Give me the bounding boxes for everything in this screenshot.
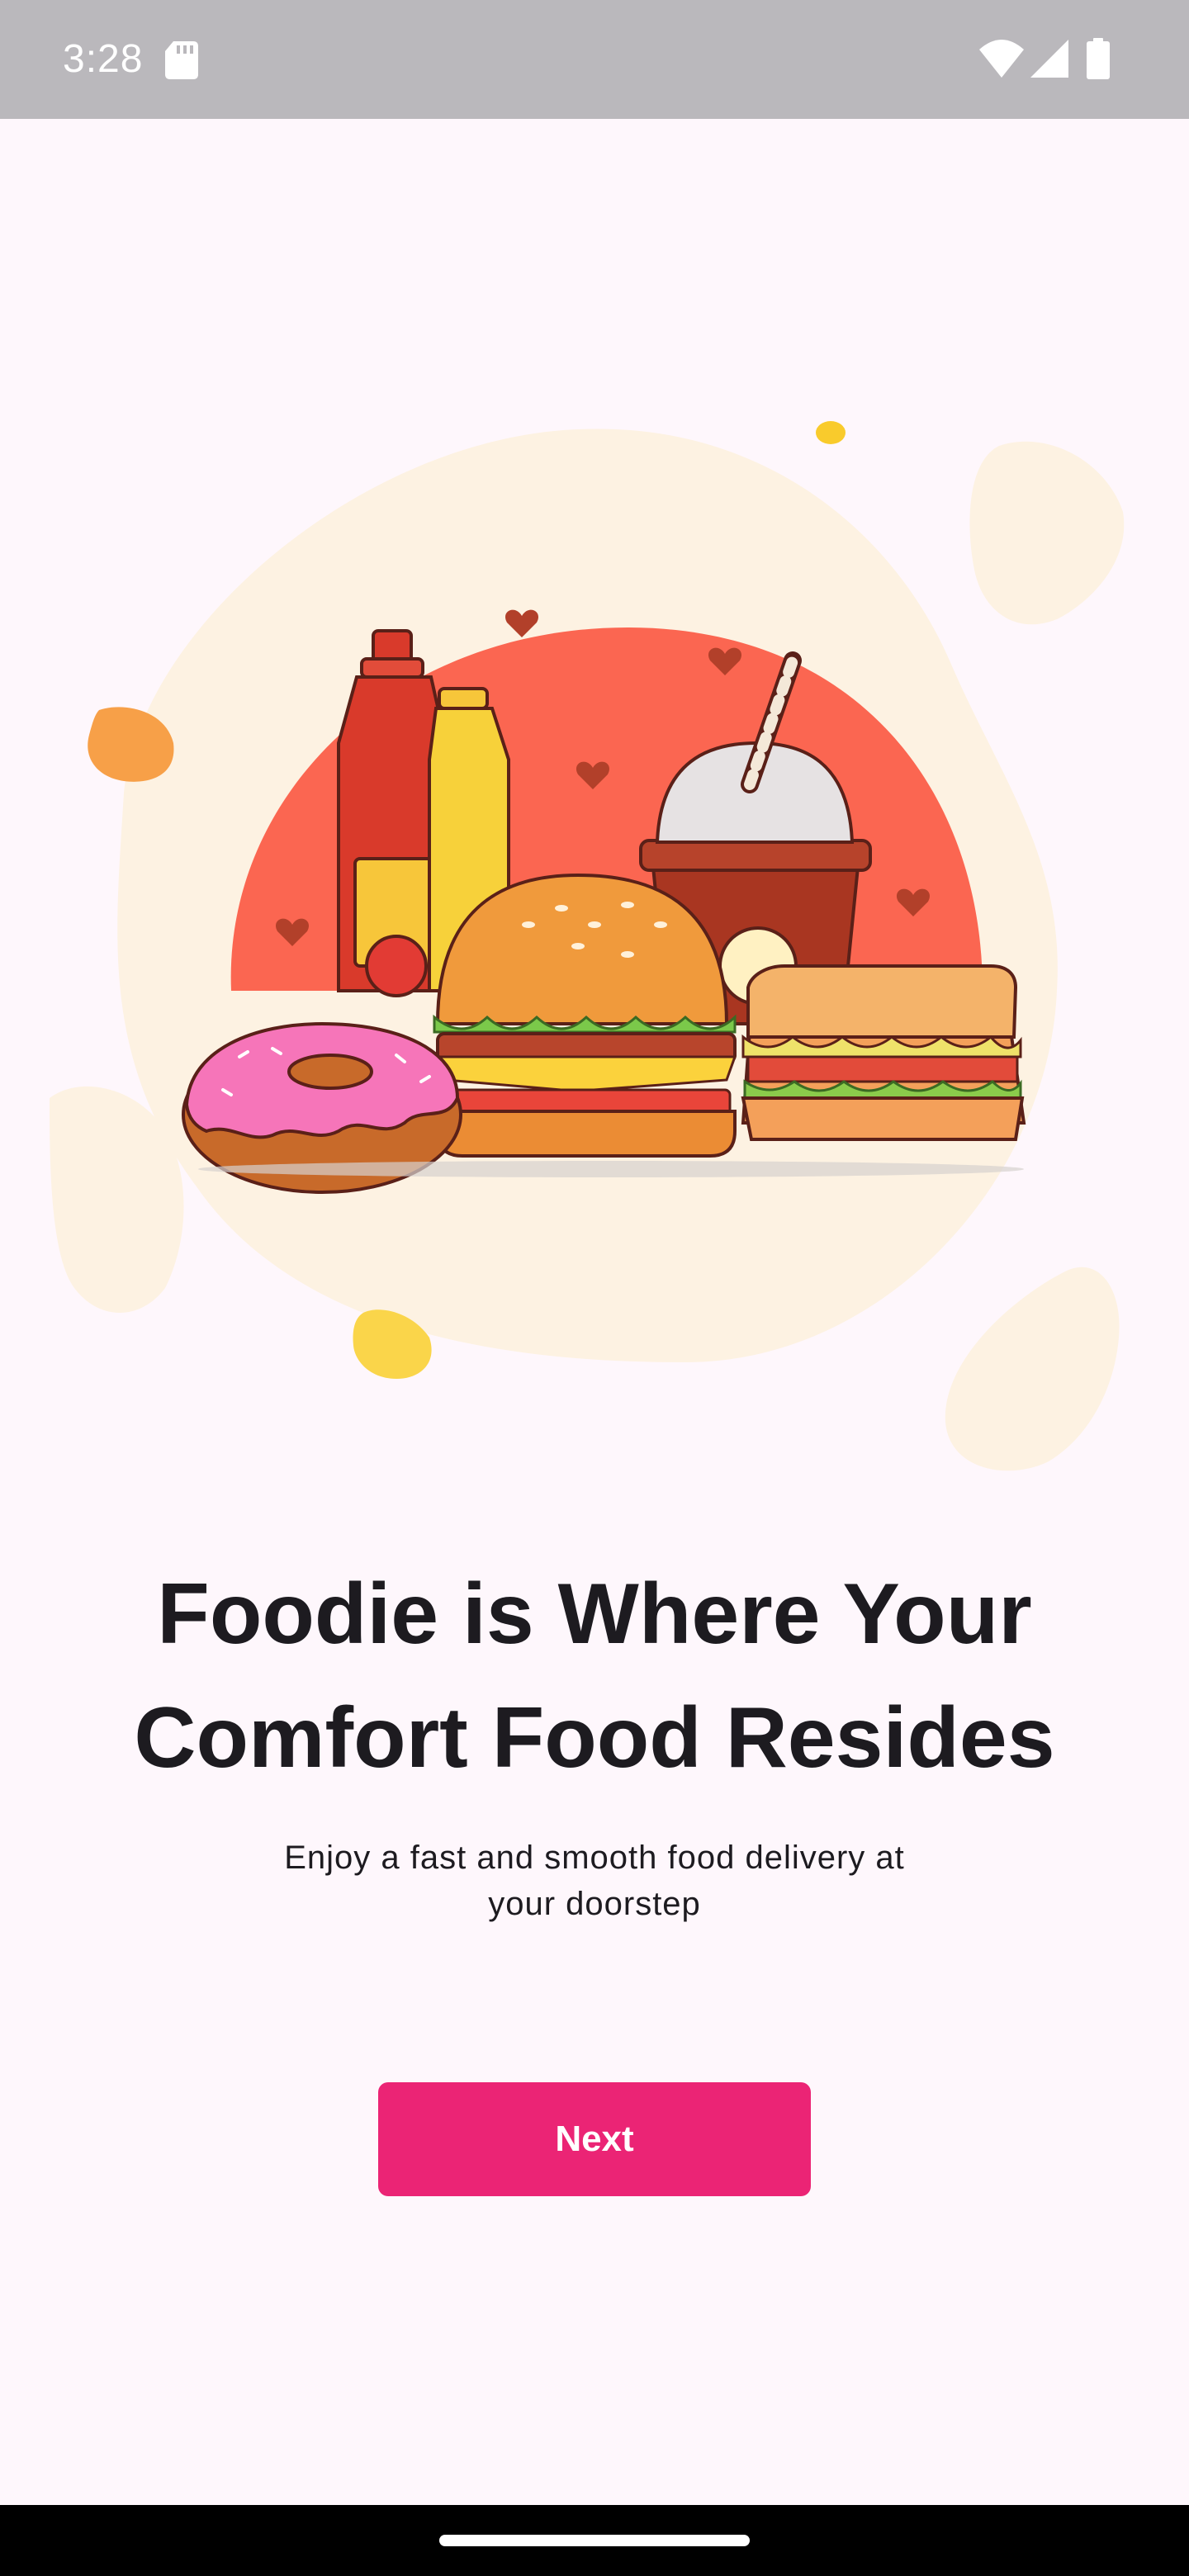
onboarding-title: Foodie is Where Your Comfort Food Reside… (0, 1552, 1189, 1800)
next-button[interactable]: Next (378, 2082, 811, 2196)
sandwich (741, 964, 1026, 1141)
home-gesture-handle[interactable] (439, 2535, 750, 2546)
fast-food-illustration (50, 421, 1125, 1471)
signal-icon (1030, 40, 1068, 78)
onboarding-subtitle-line-2: your doorstep (488, 1886, 701, 1922)
wifi-icon (979, 40, 1024, 78)
burger (433, 873, 737, 1158)
deco-dot-yellow-top (816, 421, 846, 444)
deco-blob-top-right (969, 441, 1125, 625)
onboarding-subtitle: Enjoy a fast and smooth food delivery at… (0, 1835, 1189, 1927)
sd-card-icon (165, 41, 198, 79)
onboarding-title-line-2: Comfort Food Resides (134, 1690, 1055, 1786)
status-bar: 3:28 (0, 0, 1189, 119)
battery-icon (1087, 38, 1110, 79)
status-time: 3:28 (63, 37, 144, 81)
onboarding-subtitle-line-1: Enjoy a fast and smooth food delivery at (284, 1840, 905, 1876)
onboarding-title-line-1: Foodie is Where Your (157, 1566, 1032, 1662)
deco-blob-bottom-right (945, 1267, 1120, 1471)
food-shadow (198, 1161, 1024, 1177)
